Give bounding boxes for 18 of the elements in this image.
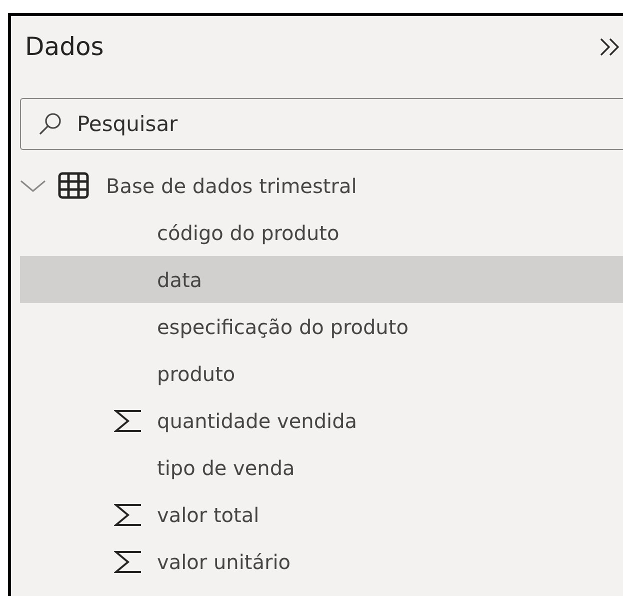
search-field[interactable]: Pesquisar [20,98,623,150]
chevron-down-icon[interactable] [19,178,47,192]
field-item[interactable]: valor unitário [20,538,623,585]
table-name[interactable]: Base de dados trimestral [106,170,357,200]
field-item[interactable]: tipo de venda [20,444,623,491]
collapse-icon[interactable] [599,37,621,57]
sigma-icon [114,502,143,526]
field-item[interactable]: código do produto [20,209,623,256]
panel-title: Dados [25,31,104,64]
table-icon [58,172,89,199]
field-item[interactable]: data [20,256,623,303]
sigma-icon [114,550,143,574]
field-item[interactable]: especificação do produto [20,303,623,350]
field-item[interactable]: produto [20,350,623,397]
field-item[interactable]: quantidade vendida [20,397,623,444]
sigma-icon [114,408,143,432]
field-item[interactable]: valor total [20,491,623,538]
search-icon [38,112,62,136]
